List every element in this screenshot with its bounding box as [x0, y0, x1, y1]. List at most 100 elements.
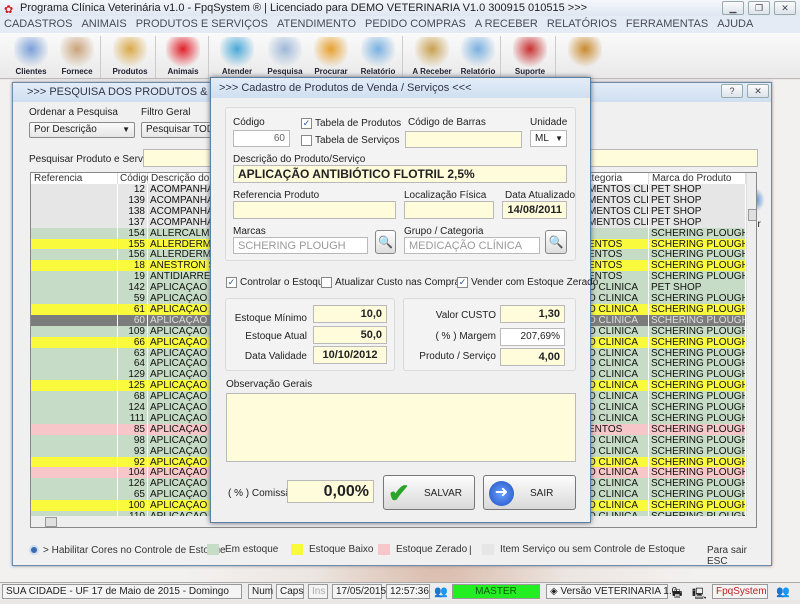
comissao-input[interactable]: 0,00% [287, 480, 374, 503]
toolbar-button-suporte[interactable]: Suporte [507, 35, 553, 79]
toolbar-label: Relatório [360, 67, 396, 76]
grupo-input[interactable]: MEDICAÇÃO CLÍNICA [404, 237, 540, 254]
cell-marca: SCHERING PLOUGH [651, 380, 746, 392]
descricao-input[interactable]: APLICAÇÃO ANTIBIÓTICO FLOTRIL 2,5% [233, 165, 567, 183]
col-categoria[interactable]: ategoria [586, 173, 649, 184]
sair-button[interactable]: ➜ SAIR [483, 475, 576, 510]
controlar-estoque-checkbox[interactable]: ✓ [226, 277, 237, 288]
cell-referencia [31, 325, 118, 337]
preco-input[interactable]: 4,00 [500, 348, 565, 366]
cell-codigo: 60 [118, 314, 148, 326]
cell-codigo: 18 [118, 260, 148, 272]
menu-item[interactable]: PEDIDO COMPRAS [365, 16, 466, 33]
tabela-produtos-label: Tabela de Produtos [315, 118, 402, 130]
preco-label: Produto / Serviço [419, 351, 496, 362]
search-marcas-button[interactable]: 🔍 [375, 230, 396, 254]
unidade-select[interactable]: ML ▼ [530, 130, 567, 147]
status-version: ◈ Versão VETERINARIA 1.0 [546, 584, 677, 599]
menu-item[interactable]: PRODUTOS E SERVIÇOS [136, 16, 268, 33]
menu-item[interactable]: ATENDIMENTO [277, 16, 356, 33]
cell-categoria: O CLINICA [586, 358, 649, 370]
menu-item[interactable]: ANIMAIS [81, 16, 126, 33]
estoque-atual-input[interactable]: 50,0 [313, 326, 387, 344]
localizacao-input[interactable] [404, 201, 494, 219]
menu-item[interactable]: FERRAMENTAS [626, 16, 708, 33]
toolbar-button-relatório[interactable]: Relatório [455, 35, 501, 79]
cell-referencia [31, 314, 118, 326]
search-window-close-button[interactable]: ✕ [747, 84, 769, 98]
toolbar-button-exit[interactable] [562, 35, 608, 79]
toolbar-button-produtos[interactable]: Produtos [107, 35, 153, 79]
tabela-produtos-checkbox[interactable]: ✓ [301, 118, 312, 129]
codigo-input[interactable]: 60 [233, 130, 290, 147]
status-date: 17/05/2015 [332, 584, 386, 599]
obs-textarea[interactable] [226, 393, 576, 462]
hscroll-thumb[interactable] [45, 517, 57, 527]
marcas-input[interactable]: SCHERING PLOUGH [233, 237, 368, 254]
validade-input[interactable]: 10/10/2012 [313, 346, 387, 364]
toolbar-button-animais[interactable]: Animais [160, 35, 206, 79]
salvar-label: SALVAR [424, 488, 462, 499]
cell-categoria: MENTOS CLÍNI [588, 205, 649, 217]
toolbar-button-atender[interactable]: Atender [214, 35, 260, 79]
cell-marca: SCHERING PLOUGH [651, 402, 746, 413]
cell-marca: SCHERING PLOUGH [651, 314, 746, 326]
vertical-scrollbar[interactable] [746, 173, 756, 516]
cell-marca: SCHERING PLOUGH [651, 293, 746, 304]
toolbar-button-pesquisa[interactable]: Pesquisa [262, 35, 308, 79]
cell-categoria: O CLINICA [586, 467, 649, 479]
tabela-servicos-checkbox[interactable] [301, 135, 312, 146]
toolbar-separator [100, 36, 101, 78]
cell-marca: SCHERING PLOUGH [651, 271, 746, 283]
barras-input[interactable] [405, 131, 522, 148]
printer-icon[interactable]: 🖶 [672, 585, 682, 604]
search-grupo-button[interactable]: 🔍 [545, 230, 567, 254]
cell-referencia [31, 238, 118, 250]
cell-categoria: O CLINICA [586, 500, 649, 512]
scroll-thumb[interactable] [748, 209, 756, 221]
cell-categoria: O CLINICA [586, 412, 649, 424]
col-referencia[interactable]: Referencia [31, 173, 118, 184]
salvar-button[interactable]: ✔ SALVAR [383, 475, 475, 510]
cell-referencia [31, 303, 118, 315]
toolbar-button-a-receber[interactable]: A Receber [409, 35, 455, 79]
toolbar-button-fornece[interactable]: Fornece [54, 35, 100, 79]
menu-item[interactable]: AJUDA [717, 16, 753, 33]
cell-categoria: O CLINICA [586, 391, 649, 403]
paw-plus-icon [220, 37, 254, 67]
order-select[interactable]: Por Descrição ▼ [29, 122, 135, 138]
menu-item[interactable]: CADASTROS [4, 16, 72, 33]
cell-categoria: O CLINICA [586, 380, 649, 392]
close-button[interactable]: ✕ [774, 1, 796, 15]
network-icon[interactable]: 🖳 [692, 585, 707, 604]
cell-codigo: 137 [118, 216, 148, 228]
cell-codigo: 19 [118, 271, 148, 283]
cell-codigo: 85 [118, 423, 148, 435]
drawer-icon [314, 37, 348, 67]
cell-referencia [31, 205, 118, 217]
toolbar-button-relatório[interactable]: Relatório [355, 35, 401, 79]
menu-item[interactable]: RELATÓRIOS [547, 16, 617, 33]
radio-enable-colors[interactable] [29, 545, 39, 555]
referencia-input[interactable] [233, 201, 396, 219]
toolbar-separator [555, 36, 556, 78]
minimize-button[interactable]: ▁ [722, 1, 744, 15]
atualizar-custo-checkbox[interactable] [321, 277, 332, 288]
cell-marca: SCHERING PLOUGH [651, 238, 746, 250]
menu-item[interactable]: A RECEBER [475, 16, 538, 33]
restore-button[interactable]: ❐ [748, 1, 770, 15]
cell-categoria: O CLINICA [586, 445, 649, 457]
estoque-atual-label: Estoque Atual [245, 331, 307, 342]
cell-categoria: MENTOS CLÍNI [588, 194, 649, 206]
vender-zerado-checkbox[interactable]: ✓ [457, 277, 468, 288]
help-button[interactable]: ? [721, 84, 743, 98]
estoque-minimo-input[interactable]: 10,0 [313, 305, 387, 323]
custo-input[interactable]: 1,30 [500, 305, 565, 323]
col-codigo[interactable]: Código [118, 173, 152, 184]
toolbar-button-clientes[interactable]: Clientes [8, 35, 54, 79]
col-marca[interactable]: Marca do Produto [649, 173, 746, 184]
margem-input[interactable]: 207,69% [500, 328, 565, 346]
cell-marca: SCHERING PLOUGH [651, 391, 746, 403]
cell-categoria [586, 227, 649, 239]
toolbar-button-procurar[interactable]: Procurar [308, 35, 354, 79]
